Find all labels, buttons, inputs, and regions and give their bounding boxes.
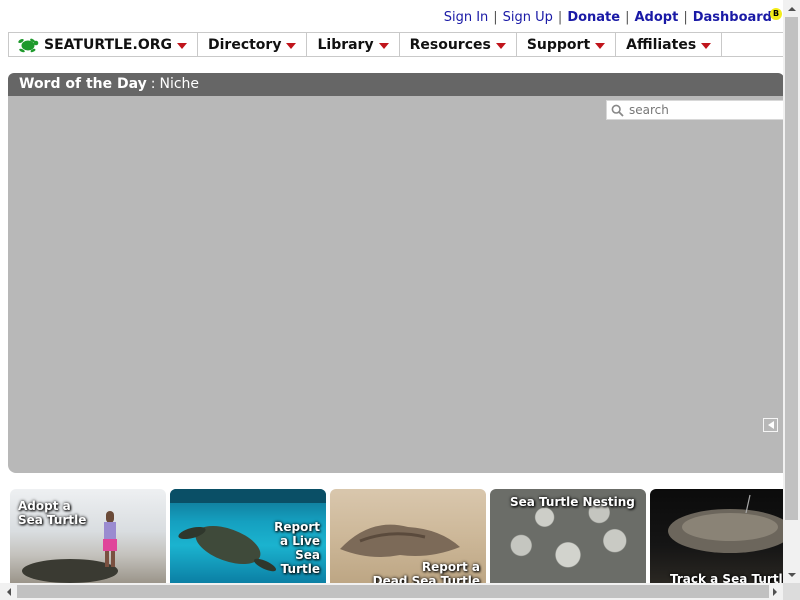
scrollbar-corner (783, 583, 800, 600)
nav-label: Directory (208, 36, 282, 53)
tile-caption: Sea Turtle Nesting (510, 495, 635, 509)
horizontal-scroll-thumb[interactable] (17, 585, 769, 598)
tile-sea-turtle-nesting[interactable]: Sea Turtle Nesting (490, 489, 646, 583)
tile-caption: Track a Sea Turtle (670, 572, 784, 583)
hero-slideshow (8, 96, 784, 473)
turtle-logo-icon (18, 38, 39, 52)
adopt-link[interactable]: Adopt (634, 10, 678, 25)
top-links: Sign In | Sign Up | Donate | Adopt | Dashboard B (444, 8, 782, 25)
tile-photo (668, 494, 784, 553)
dropdown-arrow-icon (595, 42, 606, 49)
dropdown-arrow-icon (701, 42, 712, 49)
dashboard-wrap: Dashboard B (693, 8, 782, 25)
nav-library[interactable]: Library (307, 33, 400, 56)
tile-caption: Adopt a Sea Turtle (18, 499, 87, 527)
search-input[interactable] (629, 103, 779, 117)
nav-resources[interactable]: Resources (400, 33, 517, 56)
tile-caption: Report a Dead Sea Turtle (372, 560, 480, 583)
word-of-day-separator: : (150, 76, 156, 92)
search-icon (611, 104, 624, 117)
brand-label: SEATURTLE.ORG (44, 36, 172, 53)
scroll-up-button[interactable] (783, 0, 800, 17)
nav-support[interactable]: Support (517, 33, 617, 56)
scroll-down-button[interactable] (783, 566, 800, 583)
dashboard-link[interactable]: Dashboard (693, 10, 772, 25)
dropdown-arrow-icon (378, 42, 389, 49)
main-nav: SEATURTLE.ORG Directory Library Resource… (8, 32, 784, 57)
nav-label: Affiliates (626, 36, 697, 53)
horizontal-scrollbar[interactable] (0, 583, 783, 600)
arrow-right-icon (772, 587, 777, 596)
sign-up-link[interactable]: Sign Up (503, 10, 553, 25)
word-of-day-bar: Word of the Day: Niche (8, 73, 784, 96)
nav-brand[interactable]: SEATURTLE.ORG (9, 33, 198, 56)
sign-in-link[interactable]: Sign In (444, 10, 489, 25)
nav-label: Support (526, 36, 591, 53)
tile-report-live-turtle[interactable]: Report a Live Sea Turtle (170, 489, 326, 583)
arrow-down-icon (787, 572, 796, 577)
arrow-up-icon (787, 6, 796, 11)
tile-adopt-sea-turtle[interactable]: Adopt a Sea Turtle (10, 489, 166, 583)
arrow-left-icon (767, 421, 774, 429)
vertical-scrollbar[interactable] (783, 0, 800, 583)
tile-report-dead-turtle[interactable]: Report a Dead Sea Turtle (330, 489, 486, 583)
separator: | (625, 10, 630, 25)
search-box (606, 100, 784, 120)
dashboard-badge: B (770, 8, 782, 20)
slideshow-prev-button[interactable] (763, 418, 778, 432)
donate-link[interactable]: Donate (567, 10, 620, 25)
word-of-day-label: Word of the Day (19, 76, 147, 92)
vertical-scroll-thumb[interactable] (785, 17, 798, 520)
nav-affiliates[interactable]: Affiliates (616, 33, 723, 56)
tile-track-sea-turtle[interactable]: Track a Sea Turtle (650, 489, 784, 583)
scroll-left-button[interactable] (0, 583, 17, 600)
scroll-right-button[interactable] (766, 583, 783, 600)
dropdown-arrow-icon (286, 42, 297, 49)
separator: | (683, 10, 688, 25)
dropdown-arrow-icon (177, 42, 187, 49)
feature-tiles: Adopt a Sea Turtle Report a Live Sea Tur… (10, 489, 784, 583)
nav-label: Resources (409, 36, 491, 53)
nav-directory[interactable]: Directory (198, 33, 308, 56)
arrow-left-icon (6, 587, 11, 596)
separator: | (493, 10, 498, 25)
tile-caption: Report a Live Sea Turtle (274, 520, 320, 576)
nav-label: Library (317, 36, 374, 53)
separator: | (557, 10, 563, 25)
dropdown-arrow-icon (495, 42, 506, 49)
word-of-day-link[interactable]: Niche (159, 76, 199, 92)
